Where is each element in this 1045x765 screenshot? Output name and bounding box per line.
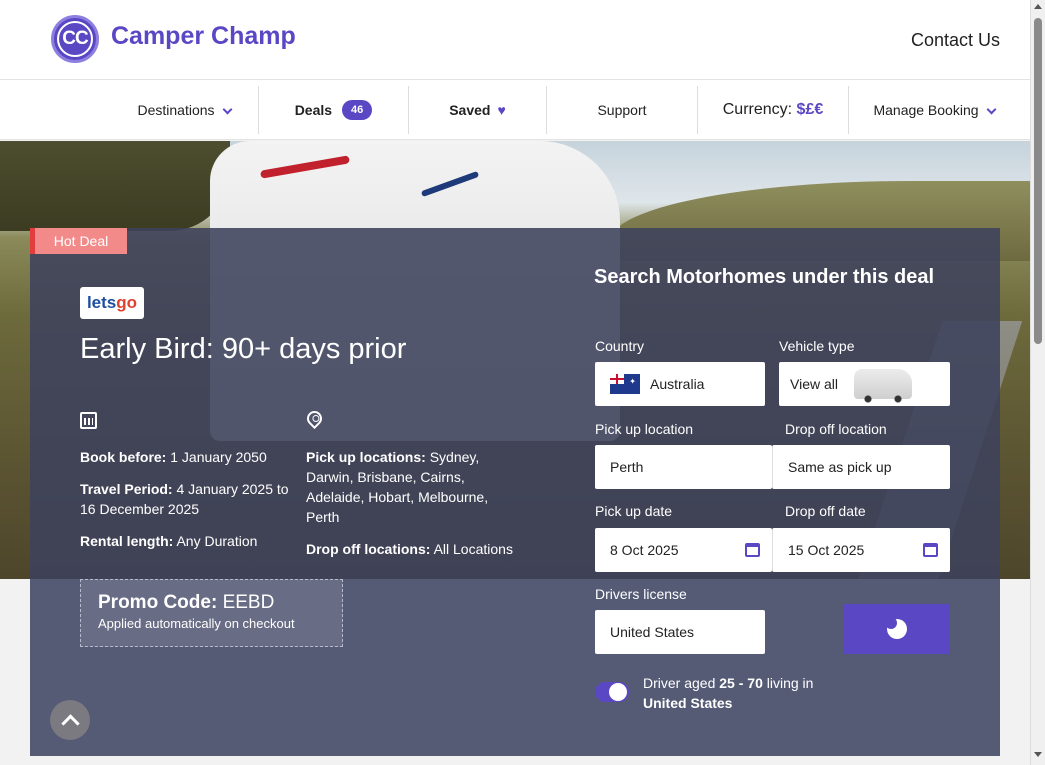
driver-text: living in	[766, 675, 814, 691]
dropoff-date-label: Drop off date	[785, 503, 866, 519]
rental-length-label: Rental length:	[80, 533, 174, 549]
nav-destinations[interactable]: Destinations	[110, 80, 258, 140]
currency-label: Currency:	[722, 101, 793, 118]
chevron-down-icon	[986, 104, 996, 114]
nav-deals-label: Deals	[294, 102, 333, 118]
drivers-license-label: Drivers license	[595, 586, 687, 602]
pickup-location-value: Perth	[610, 459, 644, 475]
promo-note: Applied automatically on checkout	[98, 616, 295, 631]
logo-icon[interactable]: CC	[51, 15, 99, 63]
pickup-date-input[interactable]: 8 Oct 2025	[595, 528, 772, 572]
page-scrollbar[interactable]	[1030, 0, 1045, 765]
driver-age-range: 25 - 70	[719, 675, 763, 691]
country-value: Australia	[650, 376, 705, 392]
search-form-title: Search Motorhomes under this deal	[594, 266, 935, 288]
page: CC Camper Champ Contact Us Destinations …	[0, 0, 1045, 765]
vehicle-type-label: Vehicle type	[779, 338, 855, 354]
pickup-location-label: Pick up location	[595, 421, 694, 437]
nav-destinations-label: Destinations	[137, 102, 215, 118]
pickup-locations-label: Pick up locations:	[306, 449, 426, 465]
book-before: Book before: 1 January 2050	[80, 447, 305, 467]
pickup-date-label: Pick up date	[595, 503, 673, 519]
supplier-logo-text: go	[116, 293, 138, 312]
hero-trees	[0, 141, 230, 231]
nav-saved-label: Saved	[449, 102, 491, 118]
australia-flag-icon	[610, 374, 640, 394]
pickup-locations: Pick up locations: Sydney, Darwin, Brisb…	[306, 447, 521, 527]
promo-code-box: Promo Code: EEBD Applied automatically o…	[80, 579, 343, 647]
scroll-down-arrow-icon[interactable]	[1034, 752, 1042, 757]
calendar-icon	[80, 412, 97, 429]
rental-length: Rental length: Any Duration	[80, 531, 305, 551]
nav-manage-booking[interactable]: Manage Booking	[849, 80, 1019, 140]
chevron-down-icon	[222, 104, 232, 114]
nav-support-label: Support	[597, 102, 647, 118]
motorhome-icon	[854, 369, 912, 403]
logo-text: CC	[57, 21, 93, 57]
travel-period-label: Travel Period:	[80, 481, 173, 497]
promo-code: Promo Code: EEBD	[98, 592, 325, 614]
promo-code-value: EEBD	[222, 592, 275, 613]
dropoff-location-label: Drop off location	[785, 421, 887, 437]
pickup-date-value: 8 Oct 2025	[610, 542, 679, 558]
dropoff-date-value: 15 Oct 2025	[788, 542, 865, 558]
deal-title: Early Bird: 90+ days prior	[80, 333, 407, 365]
hot-deal-badge: Hot Deal	[30, 228, 127, 254]
supplier-logo: lets go	[80, 287, 144, 319]
driver-age-toggle[interactable]	[595, 682, 629, 702]
dropoff-locations: Drop off locations: All Locations	[306, 539, 546, 559]
dropoff-location-select[interactable]: Same as pick up	[772, 445, 950, 489]
supplier-logo-text: lets	[86, 293, 117, 312]
nav-currency[interactable]: Currency: $£€	[698, 80, 848, 140]
country-select[interactable]: Australia	[595, 362, 765, 406]
top-header: CC Camper Champ Contact Us	[0, 0, 1030, 80]
drivers-license-value: United States	[610, 624, 695, 640]
scrollbar-thumb[interactable]	[1034, 18, 1042, 344]
vehicle-type-value: View all	[790, 376, 838, 392]
travel-period: Travel Period: 4 January 2025 to 16 Dece…	[80, 479, 305, 519]
main-nav: Destinations Deals 46 Saved ♥ Support Cu…	[0, 80, 1030, 140]
dropoff-locations-value: All Locations	[433, 541, 513, 557]
scroll-to-top-button[interactable]	[50, 700, 90, 740]
nav-support[interactable]: Support	[547, 80, 697, 140]
dropoff-location-value: Same as pick up	[788, 459, 892, 475]
dropoff-locations-label: Drop off locations:	[306, 541, 431, 557]
deals-count-badge: 46	[342, 100, 373, 120]
loading-spinner-icon	[884, 617, 907, 639]
nav-saved[interactable]: Saved ♥	[409, 80, 546, 140]
dropoff-date-input[interactable]: 15 Oct 2025	[772, 528, 950, 572]
brand-name[interactable]: Camper Champ	[111, 22, 296, 51]
scroll-up-arrow-icon[interactable]	[1034, 4, 1042, 9]
manage-booking-label: Manage Booking	[873, 102, 979, 118]
calendar-icon[interactable]	[923, 543, 938, 557]
promo-code-label: Promo Code:	[98, 592, 218, 613]
drivers-license-select[interactable]: United States	[595, 610, 765, 654]
vehicle-type-select[interactable]: View all	[779, 362, 950, 406]
nav-deals[interactable]: Deals 46	[259, 80, 408, 140]
driver-country: United States	[643, 695, 733, 711]
country-label: Country	[595, 338, 645, 354]
contact-us-link[interactable]: Contact Us	[911, 30, 1000, 51]
heart-icon: ♥	[497, 102, 506, 118]
driver-text: Driver aged	[643, 675, 716, 691]
currency-value: $£€	[796, 101, 824, 118]
search-button[interactable]	[843, 604, 950, 654]
book-before-label: Book before:	[80, 449, 167, 465]
book-before-value: 1 January 2050	[170, 449, 267, 465]
calendar-icon[interactable]	[745, 543, 760, 557]
pickup-location-select[interactable]: Perth	[595, 445, 772, 489]
rental-length-value: Any Duration	[176, 533, 258, 549]
driver-age-text: Driver aged 25 - 70 living in United Sta…	[643, 673, 843, 713]
